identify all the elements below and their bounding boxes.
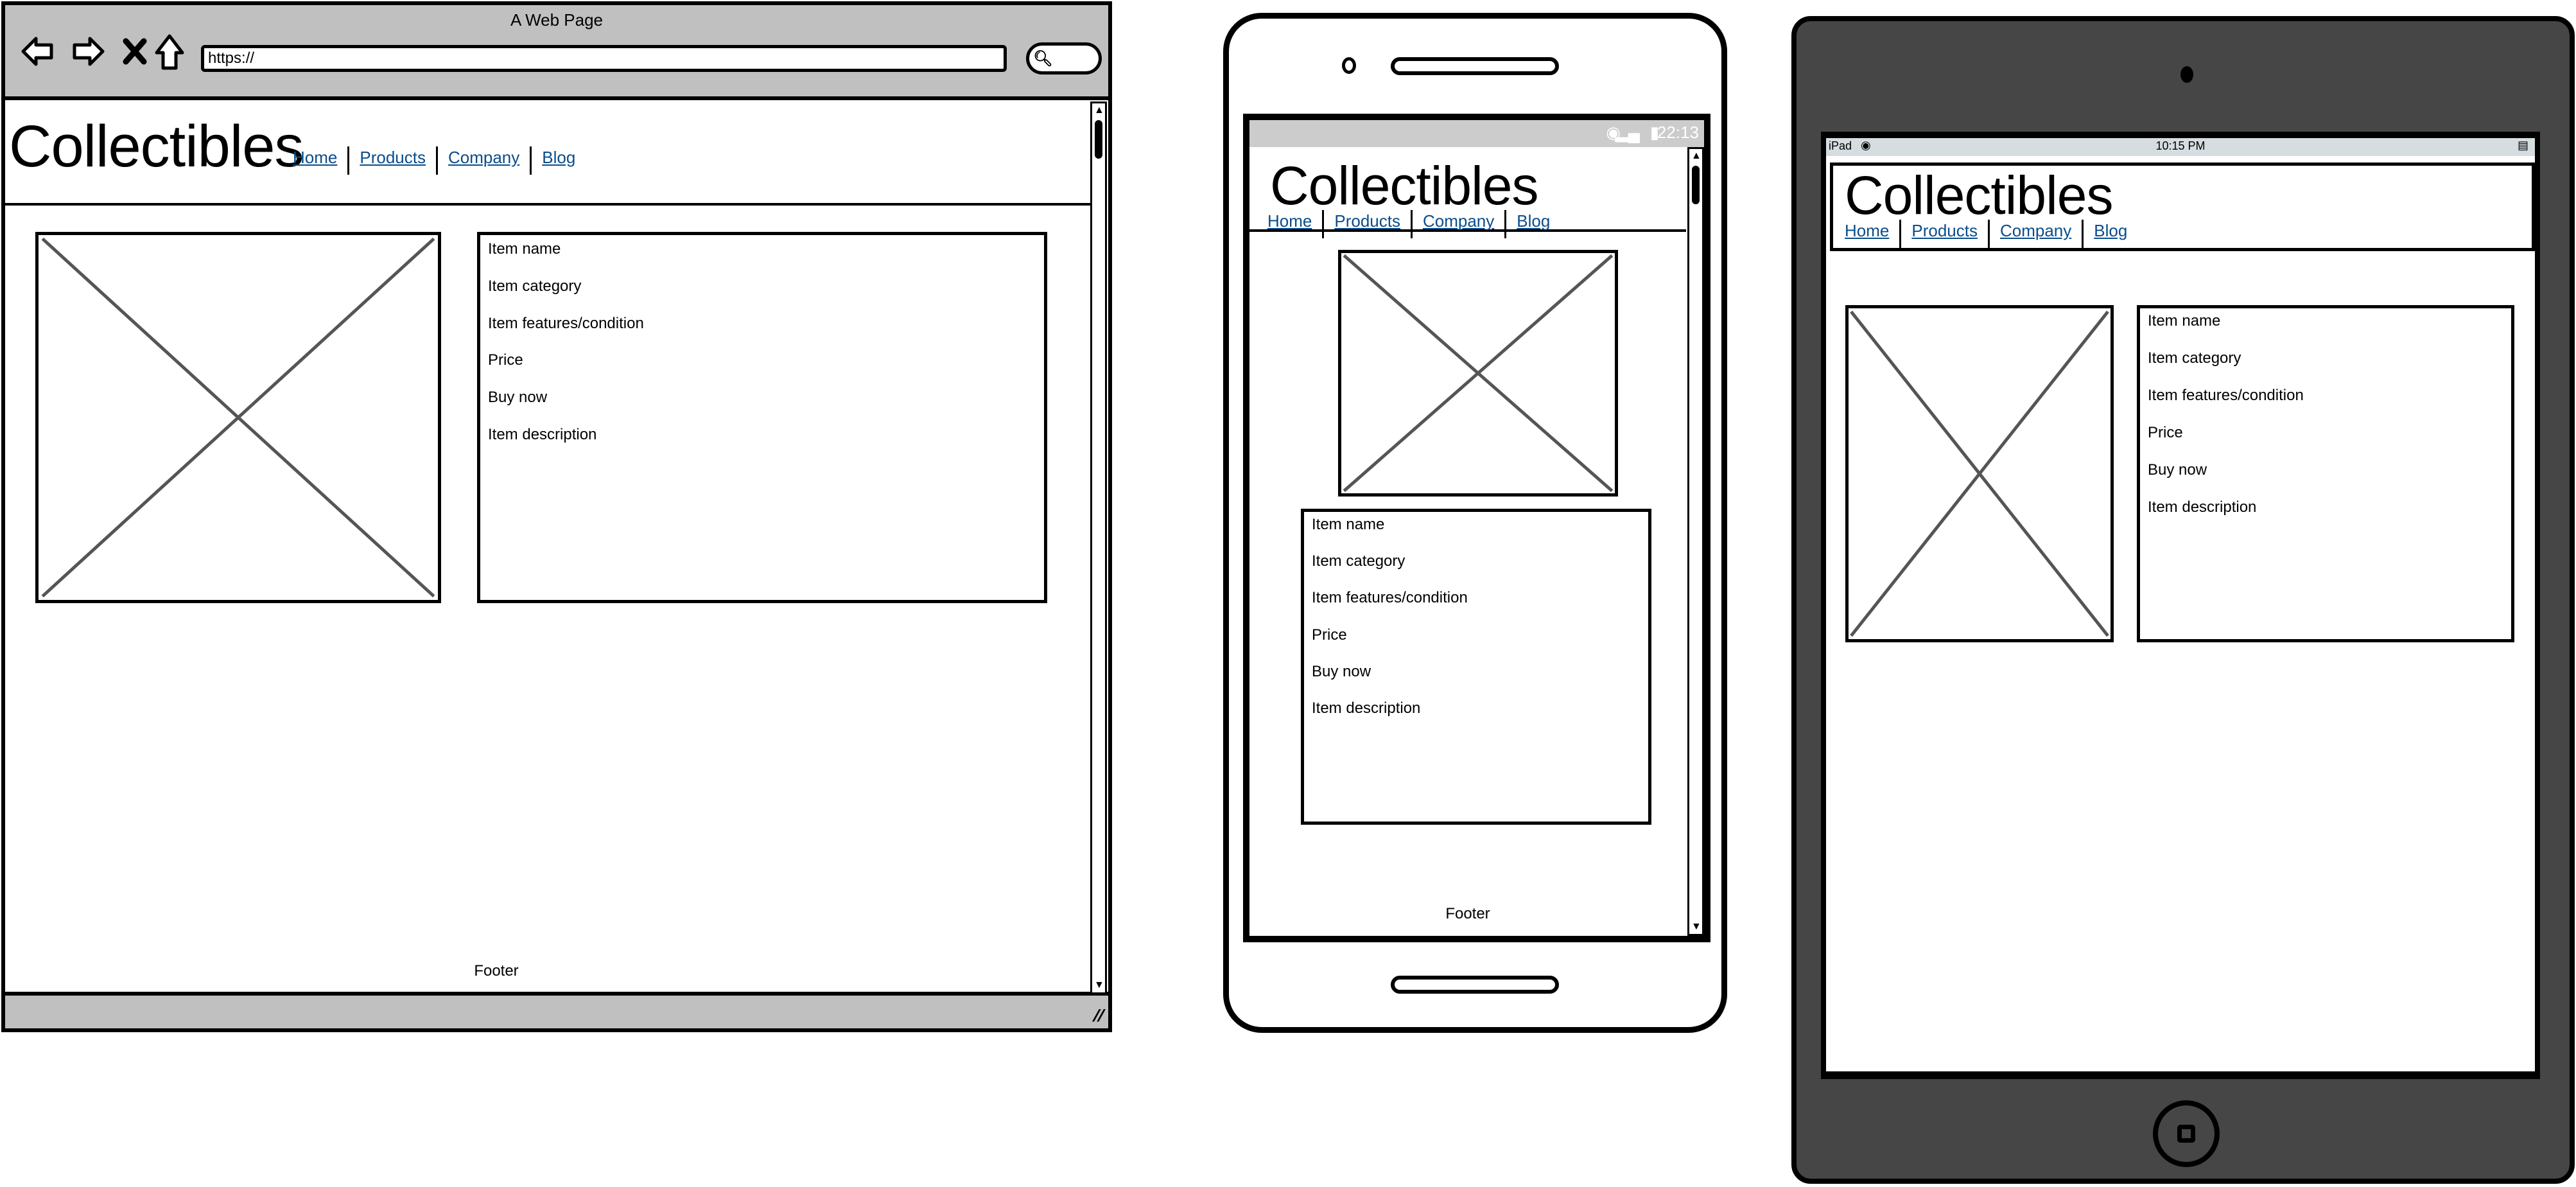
- forward-arrow-icon[interactable]: [68, 32, 107, 71]
- url-input[interactable]: https://: [201, 45, 1007, 72]
- nav-divider: [1504, 210, 1507, 238]
- item-price: Price: [488, 351, 523, 369]
- tablet-status-bar: iPad ◉ 10:15 PM ▤: [1826, 138, 2535, 156]
- front-camera-icon: [2180, 66, 2193, 83]
- item-details-panel: Item name Item category Item features/co…: [477, 232, 1047, 603]
- nav-divider: [1322, 210, 1325, 238]
- nav-divider: [347, 146, 350, 175]
- resize-grip-icon[interactable]: //: [1090, 1006, 1106, 1026]
- battery-icon: ▤: [2517, 139, 2528, 152]
- search-icon: 🔍︎: [1033, 50, 1053, 67]
- item-details-panel: Item name Item category Item features/co…: [1301, 509, 1651, 825]
- image-placeholder-icon: [39, 235, 438, 600]
- item-details-panel: Item name Item category Item features/co…: [2137, 305, 2514, 642]
- site-title: Collectibles: [1270, 155, 1539, 216]
- home-button-icon: [2177, 1125, 2195, 1143]
- nav-divider: [1899, 220, 1902, 248]
- image-placeholder: [1845, 305, 2114, 642]
- nav-link-blog[interactable]: Blog: [1517, 211, 1550, 231]
- item-features: Item features/condition: [1312, 589, 1468, 606]
- nav-link-products[interactable]: Products: [360, 148, 426, 167]
- site-footer: Footer: [474, 962, 519, 980]
- nav-link-products[interactable]: Products: [1334, 211, 1400, 231]
- site-header: Collectibles Home Products Company Blog: [1249, 147, 1686, 238]
- home-button[interactable]: [2153, 1100, 2220, 1167]
- scroll-thumb[interactable]: [1095, 120, 1102, 159]
- item-category: Item category: [1312, 552, 1405, 570]
- image-placeholder: [35, 232, 441, 603]
- status-time: 22:13: [1657, 123, 1699, 142]
- scroll-thumb[interactable]: [1692, 166, 1700, 204]
- buy-now[interactable]: Buy now: [2148, 461, 2207, 479]
- wifi-icon: ◉: [1606, 123, 1621, 142]
- nav-link-products[interactable]: Products: [1911, 221, 1978, 240]
- item-features: Item features/condition: [2148, 387, 2304, 404]
- browser-viewport: Collectibles Home Products Company Blog Ite…: [5, 96, 1108, 996]
- nav-divider: [1987, 220, 1990, 248]
- battery-icon: ▮: [1649, 123, 1659, 142]
- nav-link-company[interactable]: Company: [2000, 221, 2071, 240]
- item-description: Item description: [488, 426, 597, 443]
- scroll-down-icon[interactable]: ▼: [1691, 921, 1701, 933]
- phone-status-bar: 22:13 ▮ ▂▄ ◉: [1249, 120, 1704, 147]
- stop-icon[interactable]: [116, 32, 154, 71]
- site-nav: Home Products Company Blog: [293, 146, 575, 175]
- window-title: A Web Page: [510, 10, 604, 30]
- site-nav: Home Products Company Blog: [1267, 210, 1550, 238]
- scroll-up-icon[interactable]: ▲: [1094, 105, 1104, 116]
- nav-divider: [435, 146, 438, 175]
- site-header: Collectibles Home Products Company Blog: [1830, 163, 2535, 251]
- image-placeholder-icon: [1341, 253, 1615, 493]
- nav-link-blog[interactable]: Blog: [542, 148, 575, 167]
- vertical-scrollbar[interactable]: ▲ ▼: [1687, 147, 1704, 936]
- home-icon[interactable]: [150, 32, 189, 71]
- site-footer: Footer: [1445, 905, 1490, 922]
- item-price: Price: [2148, 424, 2183, 441]
- phone-screen: 22:13 ▮ ▂▄ ◉ Collectibles Home Products Co…: [1243, 114, 1710, 942]
- vertical-scrollbar[interactable]: ▲ ▼: [1090, 101, 1107, 994]
- image-placeholder-icon: [1849, 308, 2110, 639]
- search-button[interactable]: 🔍︎: [1026, 42, 1102, 75]
- item-name: Item name: [2148, 312, 2221, 330]
- tablet-screen: iPad ◉ 10:15 PM ▤ Collectibles Home Produ…: [1821, 132, 2540, 1079]
- back-arrow-icon[interactable]: [19, 32, 58, 71]
- item-description: Item description: [2148, 498, 2257, 516]
- phone-mockup: 22:13 ▮ ▂▄ ◉ Collectibles Home Products Co…: [1223, 13, 1727, 1033]
- buy-now[interactable]: Buy now: [1312, 663, 1371, 681]
- item-description: Item description: [1312, 699, 1421, 717]
- site-title: Collectibles: [1845, 165, 2114, 225]
- item-price: Price: [1312, 626, 1347, 644]
- status-time: 10:15 PM: [2155, 139, 2206, 152]
- item-category: Item category: [2148, 349, 2241, 367]
- tablet-viewport: Collectibles Home Products Company Blog Ite…: [1826, 156, 2535, 1071]
- nav-divider: [1410, 210, 1413, 238]
- front-camera-icon: [1342, 57, 1356, 74]
- site-nav: Home Products Company Blog: [1845, 220, 2127, 248]
- scroll-up-icon[interactable]: ▲: [1691, 150, 1701, 162]
- buy-now[interactable]: Buy now: [488, 389, 547, 407]
- image-placeholder: [1338, 250, 1618, 497]
- earpiece-speaker: [1391, 57, 1559, 75]
- item-features: Item features/condition: [488, 315, 644, 332]
- phone-viewport: Collectibles Home Products Company Blog Ite…: [1249, 147, 1704, 936]
- nav-link-company[interactable]: Company: [1423, 211, 1494, 231]
- item-name: Item name: [488, 240, 561, 258]
- home-speaker: [1391, 976, 1559, 994]
- nav-link-home[interactable]: Home: [1267, 211, 1312, 231]
- nav-link-home[interactable]: Home: [1845, 221, 1889, 240]
- scroll-down-icon[interactable]: ▼: [1094, 980, 1104, 991]
- nav-divider: [2082, 220, 2084, 248]
- item-name: Item name: [1312, 516, 1385, 533]
- nav-link-company[interactable]: Company: [448, 148, 519, 167]
- site-title: Collectibles: [9, 114, 304, 179]
- site-header: Collectibles Home Products Company Blog: [5, 100, 1090, 206]
- item-category: Item category: [488, 277, 582, 295]
- nav-link-home[interactable]: Home: [293, 148, 337, 167]
- tablet-mockup: iPad ◉ 10:15 PM ▤ Collectibles Home Produ…: [1791, 16, 2575, 1184]
- desktop-browser-mockup: A Web Page https:// 🔍︎ Collectibles Home…: [1, 1, 1112, 1032]
- nav-divider: [530, 146, 532, 175]
- nav-link-blog[interactable]: Blog: [2094, 221, 2127, 240]
